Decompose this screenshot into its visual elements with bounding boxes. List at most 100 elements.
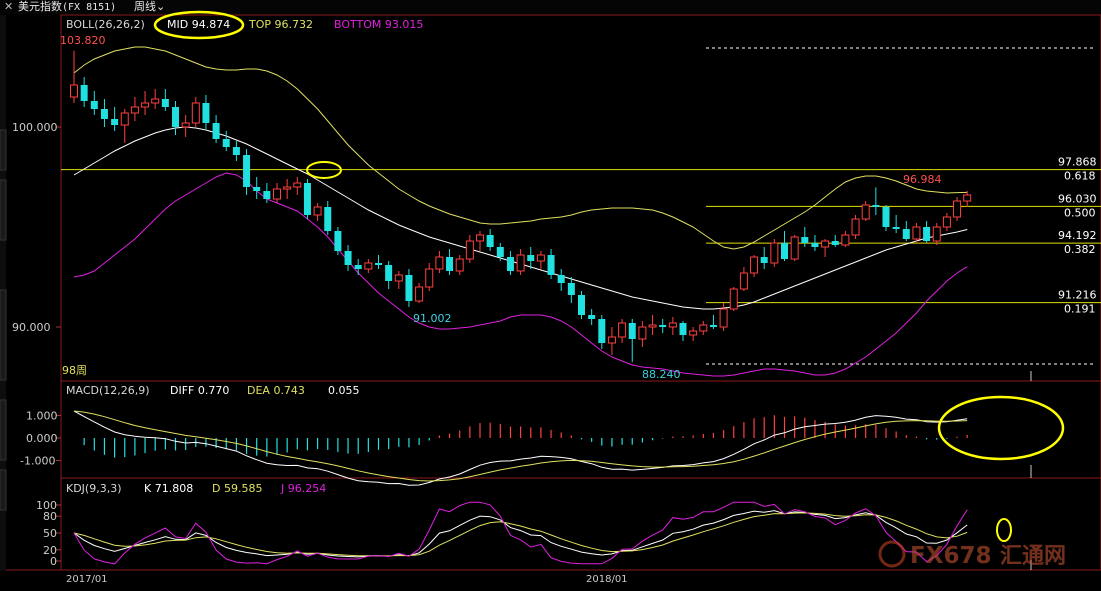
candle-down	[100, 109, 108, 119]
candle-down	[892, 227, 900, 229]
candle-up	[394, 274, 403, 282]
candle-up	[293, 182, 302, 188]
candle-up	[607, 336, 616, 344]
macd-dea-line	[73, 410, 968, 482]
fib-level-label: 97.868	[1058, 156, 1097, 169]
candle-down	[90, 101, 98, 109]
candle-up	[455, 258, 464, 272]
candle-down	[202, 103, 210, 123]
kdj-y-tick-label: 50	[43, 527, 57, 540]
candle-up	[841, 234, 850, 246]
boll-label: BOLL(26,26,2)	[66, 18, 145, 31]
candle-down	[567, 283, 575, 295]
macd-y-tick-label: -1.000	[20, 455, 55, 468]
candle-down	[872, 205, 880, 207]
candle-up	[750, 256, 759, 274]
highlight-circle-kdj	[996, 518, 1012, 542]
candle-down	[354, 265, 362, 269]
kdj-d-line	[73, 512, 968, 557]
candle-up	[283, 186, 292, 190]
side-tab[interactable]	[0, 129, 7, 171]
kdj-label: KDJ(9,3,3)	[66, 482, 122, 495]
side-tab[interactable]	[0, 179, 7, 241]
kdj-y-tick-label: 0	[50, 555, 57, 568]
candle-down	[598, 319, 606, 343]
candle-up	[618, 322, 627, 338]
candle-up	[851, 218, 860, 236]
candle-up	[719, 308, 728, 328]
candle-up	[191, 102, 200, 124]
candle-down	[232, 147, 240, 155]
candle-down	[902, 229, 910, 239]
candle-down	[496, 247, 504, 257]
macd-label: MACD(12,26,9)	[66, 384, 150, 397]
candle-down	[111, 119, 119, 125]
candle-up	[141, 102, 150, 108]
candle-down	[303, 183, 311, 215]
candle-down	[80, 85, 88, 101]
kdj-k-line	[73, 510, 968, 558]
y-tick-label: 90.000	[12, 321, 51, 334]
boll-mid-value: MID 94.874	[167, 18, 230, 31]
kdj-d-value: D 59.585	[212, 482, 262, 495]
fib-ratio-label: 0.500	[1064, 206, 1096, 219]
candle-up	[739, 272, 748, 290]
side-tab[interactable]	[0, 289, 7, 381]
watermark: FX678 汇通网	[878, 540, 1066, 569]
price-label: 91.002	[413, 312, 452, 325]
candle-up	[435, 256, 444, 270]
candle-down	[578, 295, 585, 315]
macd-y-tick-label: 1.000	[26, 410, 58, 423]
fib-ratio-label: 0.618	[1064, 170, 1096, 183]
candle-up	[70, 84, 78, 98]
candle-up	[668, 322, 677, 328]
candle-up	[861, 204, 870, 220]
watermark-suffix: 汇通网	[1000, 544, 1066, 569]
candle-up	[648, 324, 657, 328]
candle-down	[882, 207, 890, 227]
kdj-y-tick-label: 80	[43, 510, 57, 523]
x-axis-label-2017: 2017/01	[66, 574, 108, 585]
macd-diff-line	[73, 410, 968, 486]
price-label: 103.820	[60, 34, 106, 47]
candle-up	[181, 122, 190, 128]
candle-down	[263, 191, 271, 199]
bar-count-label: 98周	[62, 364, 87, 377]
candle-down	[659, 325, 667, 327]
candle-up	[536, 254, 545, 262]
candle-down	[375, 263, 382, 265]
candle-up	[516, 254, 525, 272]
candle-down	[811, 243, 819, 247]
candle-up	[151, 98, 160, 104]
candle-down	[446, 257, 454, 271]
kdj-j-value: J 96.254	[280, 482, 326, 495]
candle-up	[120, 112, 129, 126]
candle-down	[172, 107, 179, 127]
kdj-k-value: K 71.808	[144, 482, 193, 495]
candle-down	[679, 323, 687, 335]
candle-down	[344, 251, 352, 265]
side-tab[interactable]	[0, 399, 7, 461]
candle-down	[243, 155, 251, 187]
kdj-j-line	[73, 501, 968, 565]
candle-down	[161, 99, 169, 107]
candle-up	[638, 326, 647, 340]
candle-down	[486, 235, 494, 247]
fib-level-label: 94.192	[1058, 229, 1097, 242]
candle-down	[709, 325, 717, 327]
boll-top-line	[73, 46, 968, 250]
chart-area[interactable]: BOLL(26,26,2) MID 94.874 TOP 96.732 BOTT…	[0, 0, 1101, 591]
candle-up	[689, 330, 698, 336]
candle-down	[405, 275, 413, 301]
candle-up	[729, 288, 738, 310]
candle-up	[932, 226, 941, 242]
candle-down	[923, 227, 931, 241]
side-tab[interactable]	[0, 469, 7, 511]
candle-down	[506, 257, 514, 271]
candle-down	[628, 323, 636, 339]
candle-down	[222, 139, 230, 147]
candle-down	[801, 237, 809, 243]
side-tabs[interactable]	[0, 129, 7, 511]
candle-up	[770, 242, 779, 264]
highlight-circle-macd	[937, 395, 1065, 461]
